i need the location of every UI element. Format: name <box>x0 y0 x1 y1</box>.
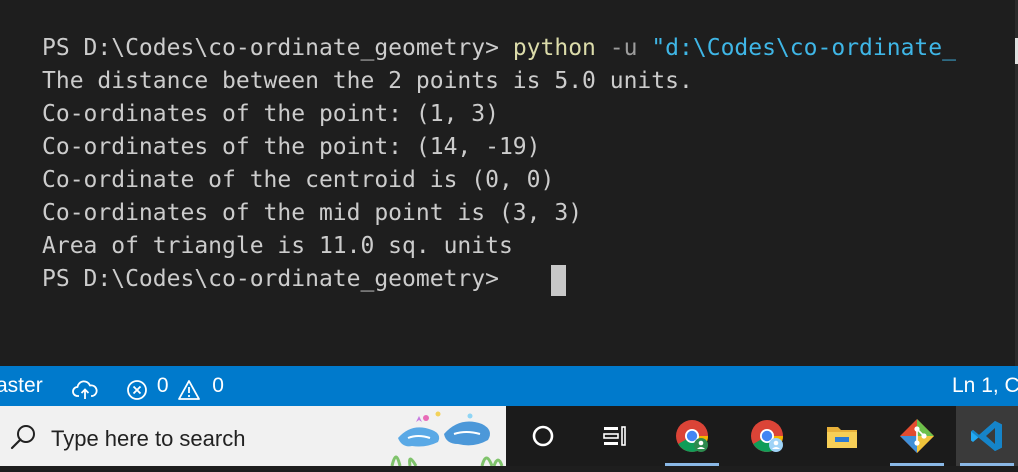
prompt-text: PS D:\Codes\co-ordinate_geometry> <box>42 35 513 61</box>
git-icon <box>900 419 934 453</box>
taskbar-app-chrome[interactable] <box>661 406 723 466</box>
taskbar-app-file-explorer[interactable] <box>811 406 873 466</box>
output-line-centroid: Co-ordinate of the centroid is (0, 0) <box>42 167 555 193</box>
task-view-button[interactable] <box>584 406 646 466</box>
output-line-midpoint: Co-ordinates of the mid point is (3, 3) <box>42 200 583 226</box>
warning-icon <box>178 375 201 400</box>
chrome-icon <box>676 420 708 452</box>
command-line: PS D:\Codes\co-ordinate_geometry> python… <box>42 32 956 65</box>
output-line-point-2: Co-ordinates of the point: (14, -19) <box>42 134 541 160</box>
error-count: 0 <box>156 374 169 397</box>
output-line-distance: The distance between the 2 points is 5.0… <box>42 68 693 94</box>
sync-cloud-icon[interactable] <box>72 375 98 399</box>
output-line-area: Area of triangle is 11.0 sq. units <box>42 233 513 259</box>
warning-count: 0 <box>212 374 224 397</box>
cursor-position-status[interactable]: Ln 1, Co <box>952 366 1018 406</box>
vscode-icon <box>971 421 1002 451</box>
taskbar-app-chrome-profile[interactable] <box>736 406 798 466</box>
command-argument: "d:\Codes\co-ordinate_ <box>651 35 956 61</box>
problems-status[interactable]: 0 0 <box>126 366 224 406</box>
taskbar-app-vscode[interactable] <box>956 406 1018 466</box>
search-placeholder: Type here to search <box>51 426 246 451</box>
chrome-profile-icon <box>751 420 783 452</box>
dolphin-search-highlight-icon <box>390 411 504 466</box>
task-view-icon <box>603 426 626 446</box>
taskbar-search-box[interactable]: Type here to search <box>0 406 506 466</box>
search-icon <box>10 425 35 450</box>
terminal-cursor <box>551 265 566 296</box>
status-bar: aster 0 0 Ln 1, Co <box>0 366 1018 406</box>
error-icon <box>126 375 148 400</box>
file-explorer-icon <box>827 427 857 448</box>
taskbar-app-git[interactable] <box>886 406 948 466</box>
command-flag: -u <box>609 35 638 61</box>
command-program: python <box>512 35 596 61</box>
terminal-panel[interactable]: PS D:\Codes\co-ordinate_geometry> python… <box>0 0 1018 366</box>
cortana-button[interactable] <box>512 406 574 466</box>
git-branch-status[interactable]: aster <box>0 366 43 406</box>
output-line-point-1: Co-ordinates of the point: (1, 3) <box>42 101 499 127</box>
windows-taskbar: Type here to search <box>0 406 1018 466</box>
final-prompt: PS D:\Codes\co-ordinate_geometry> <box>42 266 513 292</box>
cortana-icon <box>532 425 554 447</box>
